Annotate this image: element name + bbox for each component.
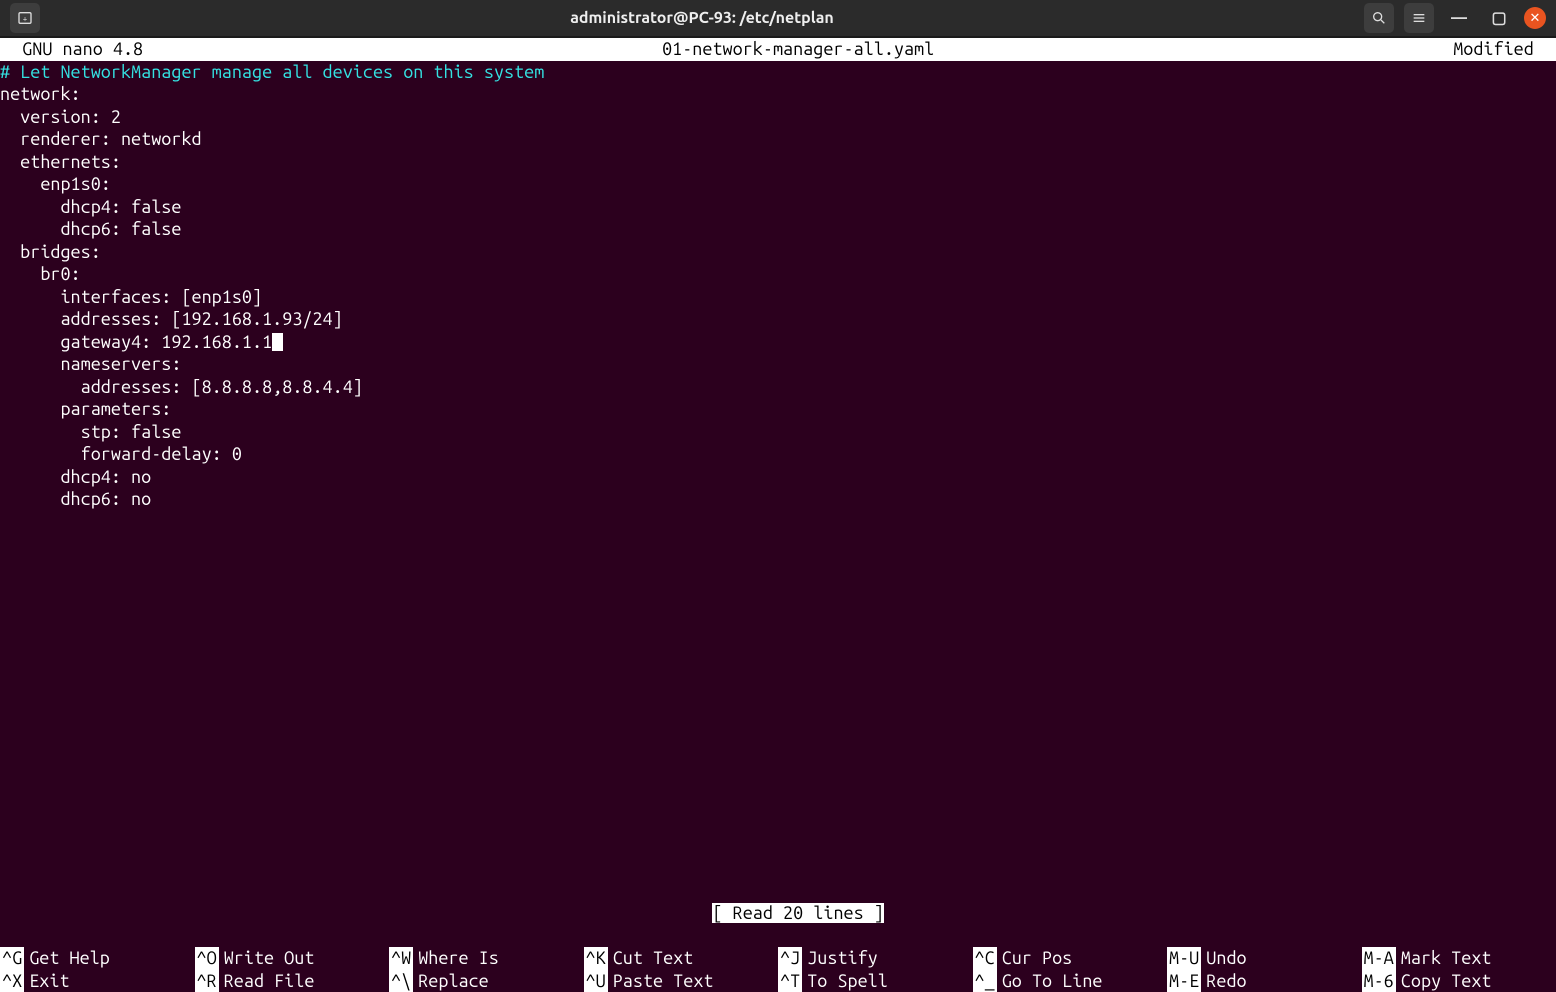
shortcut-item: ^RRead File xyxy=(195,970,390,992)
shortcut-key: ^R xyxy=(195,970,219,992)
shortcut-key: ^G xyxy=(0,947,24,970)
shortcut-label: Undo xyxy=(1206,947,1246,970)
shortcut-item: ^CCur Pos xyxy=(973,947,1168,970)
shortcut-item: ^XExit xyxy=(0,970,195,992)
titlebar-right-group: — ▢ ✕ xyxy=(1364,3,1546,33)
shortcut-key: ^W xyxy=(389,947,413,970)
minimize-icon: — xyxy=(1451,7,1467,30)
file-line[interactable]: stp: false xyxy=(0,421,1556,444)
file-line[interactable]: addresses: [8.8.8.8,8.8.4.4] xyxy=(0,376,1556,399)
nano-modified-flag: Modified xyxy=(1453,38,1554,61)
shortcut-item: ^JJustify xyxy=(778,947,973,970)
file-line[interactable]: network: xyxy=(0,83,1556,106)
shortcut-item: ^\Replace xyxy=(389,970,584,992)
shortcut-key: M-E xyxy=(1167,970,1201,992)
shortcut-item: ^GGet Help xyxy=(0,947,195,970)
shortcut-key: ^_ xyxy=(973,970,997,992)
shortcut-key: ^C xyxy=(973,947,997,970)
nano-shortcut-bar: ^GGet Help^OWrite Out^WWhere Is^KCut Tex… xyxy=(0,947,1556,992)
nano-version: GNU nano 4.8 xyxy=(2,38,143,61)
shortcut-key: ^\ xyxy=(389,970,413,992)
shortcut-key: ^X xyxy=(0,970,24,992)
window-titlebar: + administrator@PC-93: /etc/netplan — ▢ … xyxy=(0,0,1556,38)
shortcut-key: ^U xyxy=(584,970,608,992)
file-line[interactable]: dhcp6: no xyxy=(0,488,1556,511)
svg-text:+: + xyxy=(23,14,28,23)
shortcut-label: Justify xyxy=(807,947,878,970)
text-cursor xyxy=(272,333,283,351)
file-line[interactable]: enp1s0: xyxy=(0,173,1556,196)
file-line[interactable]: version: 2 xyxy=(0,106,1556,129)
file-line[interactable]: parameters: xyxy=(0,398,1556,421)
shortcut-item: M-6Copy Text xyxy=(1362,970,1556,992)
shortcut-item: ^WWhere Is xyxy=(389,947,584,970)
file-line[interactable]: bridges: xyxy=(0,241,1556,264)
shortcut-item: ^TTo Spell xyxy=(778,970,973,992)
shortcut-item: M-UUndo xyxy=(1167,947,1362,970)
file-content[interactable]: # Let NetworkManager manage all devices … xyxy=(0,61,1556,880)
search-button[interactable] xyxy=(1364,3,1394,33)
shortcut-item: ^UPaste Text xyxy=(584,970,779,992)
shortcut-label: Paste Text xyxy=(613,970,714,992)
hamburger-icon xyxy=(1411,10,1427,26)
terminal-area[interactable]: GNU nano 4.8 01-network-manager-all.yaml… xyxy=(0,38,1556,992)
shortcut-key: M-U xyxy=(1167,947,1201,970)
file-line[interactable]: ethernets: xyxy=(0,151,1556,174)
minimize-button[interactable]: — xyxy=(1444,3,1474,33)
nano-status-line: [ Read 20 lines ] xyxy=(0,880,1556,948)
shortcut-item: ^_Go To Line xyxy=(973,970,1168,992)
file-line[interactable]: renderer: networkd xyxy=(0,128,1556,151)
maximize-button[interactable]: ▢ xyxy=(1484,3,1514,33)
shortcut-label: Mark Text xyxy=(1401,947,1492,970)
shortcut-label: Redo xyxy=(1206,970,1246,992)
file-line[interactable]: nameservers: xyxy=(0,353,1556,376)
file-line[interactable]: dhcp4: false xyxy=(0,196,1556,219)
nano-filename: 01-network-manager-all.yaml xyxy=(143,38,1453,61)
shortcut-item: M-ERedo xyxy=(1167,970,1362,992)
close-icon: ✕ xyxy=(1530,7,1541,30)
shortcut-key: M-A xyxy=(1362,947,1396,970)
shortcut-label: Copy Text xyxy=(1401,970,1492,992)
close-button[interactable]: ✕ xyxy=(1524,7,1546,29)
shortcut-key: M-6 xyxy=(1362,970,1396,992)
shortcut-label: Get Help xyxy=(29,947,110,970)
menu-button[interactable] xyxy=(1404,3,1434,33)
file-line[interactable]: # Let NetworkManager manage all devices … xyxy=(0,61,1556,84)
file-line[interactable]: forward-delay: 0 xyxy=(0,443,1556,466)
shortcut-item: M-AMark Text xyxy=(1362,947,1556,970)
shortcut-item: ^OWrite Out xyxy=(195,947,390,970)
file-line[interactable]: dhcp6: false xyxy=(0,218,1556,241)
terminal-tab-icon: + xyxy=(17,10,33,26)
shortcut-key: ^K xyxy=(584,947,608,970)
shortcut-label: Read File xyxy=(224,970,315,992)
window-title: administrator@PC-93: /etc/netplan xyxy=(40,7,1364,30)
shortcut-label: To Spell xyxy=(807,970,888,992)
file-line[interactable]: gateway4: 192.168.1.1 xyxy=(0,331,1556,354)
search-icon xyxy=(1371,10,1387,26)
status-text: [ Read 20 lines ] xyxy=(712,903,883,923)
nano-header-bar: GNU nano 4.8 01-network-manager-all.yaml… xyxy=(0,38,1556,61)
shortcut-key: ^T xyxy=(778,970,802,992)
file-line[interactable]: dhcp4: no xyxy=(0,466,1556,489)
shortcut-key: ^O xyxy=(195,947,219,970)
file-line[interactable]: addresses: [192.168.1.93/24] xyxy=(0,308,1556,331)
file-line[interactable]: br0: xyxy=(0,263,1556,286)
file-line[interactable]: interfaces: [enp1s0] xyxy=(0,286,1556,309)
shortcut-label: Replace xyxy=(418,970,489,992)
shortcut-item: ^KCut Text xyxy=(584,947,779,970)
shortcut-label: Write Out xyxy=(224,947,315,970)
shortcut-label: Cur Pos xyxy=(1002,947,1073,970)
maximize-icon: ▢ xyxy=(1491,7,1506,30)
shortcut-label: Where Is xyxy=(418,947,499,970)
shortcut-label: Exit xyxy=(29,970,69,992)
new-tab-button[interactable]: + xyxy=(10,3,40,33)
shortcut-label: Cut Text xyxy=(613,947,694,970)
titlebar-left-group: + xyxy=(10,3,40,33)
shortcut-label: Go To Line xyxy=(1002,970,1103,992)
shortcut-key: ^J xyxy=(778,947,802,970)
